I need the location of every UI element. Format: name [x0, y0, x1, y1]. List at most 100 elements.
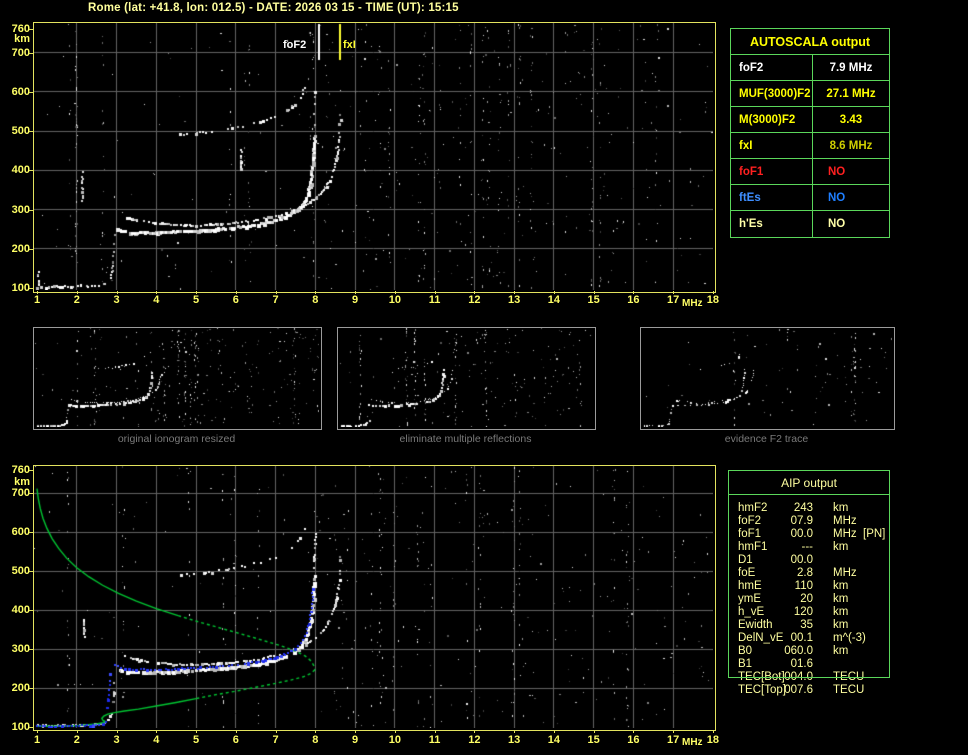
- thumbnail-caption: original ionogram resized: [117, 433, 236, 445]
- param-value: 20: [800, 593, 813, 605]
- x-tick-label: 14: [547, 294, 560, 306]
- x-tick-mark: [116, 730, 118, 733]
- param-value: 00.0: [790, 528, 813, 540]
- param-value: 110: [794, 580, 813, 592]
- table-row: Ewidth 35 km: [728, 619, 890, 632]
- y-tick-mark: [29, 209, 33, 211]
- param-unit: MHz: [833, 528, 857, 540]
- param-value: 007.6: [784, 684, 813, 696]
- x-tick-label: 15: [587, 734, 600, 746]
- autoscala-output-table: AUTOSCALA output foF2 7.9 MHz MUF(3000)F…: [730, 28, 890, 238]
- param-value: ---: [801, 541, 814, 553]
- param-label: ftEs: [731, 185, 813, 210]
- x-tick-mark: [474, 291, 476, 294]
- param-label: B0: [738, 645, 753, 657]
- y-tick-mark: [29, 649, 33, 651]
- param-unit: TECU: [833, 671, 865, 683]
- param-unit: MHz: [833, 567, 857, 579]
- x-tick-mark: [593, 730, 595, 733]
- thumbnail-original-ionogram: [33, 327, 322, 430]
- param-unit: m^(-3): [833, 632, 866, 644]
- top-ionogram-plot: [33, 22, 716, 293]
- y-tick-label: 500: [11, 565, 30, 578]
- x-tick-label: 16: [627, 734, 640, 746]
- x-tick-label: 12: [468, 294, 481, 306]
- param-label: foF2: [731, 55, 813, 80]
- y-tick-mark: [29, 493, 33, 495]
- x-tick-label: 11: [428, 734, 441, 746]
- x-tick-mark: [235, 291, 237, 294]
- param-label: Ewidth: [738, 619, 773, 631]
- y-tick-label: 700: [11, 46, 30, 59]
- table-row: hmF1 --- km: [728, 541, 890, 554]
- param-value: NO: [828, 165, 846, 178]
- bottom-ionogram-plot: [33, 465, 716, 731]
- x-tick-mark: [514, 730, 516, 733]
- x-tick-label: 17: [667, 734, 680, 746]
- param-unit: km: [833, 541, 849, 553]
- x-tick-mark: [196, 291, 198, 294]
- y-tick-label: 400: [11, 604, 30, 617]
- x-tick-mark: [673, 730, 675, 733]
- param-label: hmF1: [738, 541, 768, 553]
- x-tick-mark: [553, 730, 555, 733]
- x-tick-label: 8: [312, 734, 319, 746]
- y-axis-unit-label: km: [14, 476, 30, 488]
- y-tick-label: 100: [11, 721, 30, 733]
- x-tick-label: 12: [468, 734, 481, 746]
- y-tick-label: 100: [11, 282, 30, 294]
- table-row: foF2 7.9 MHz: [731, 55, 889, 81]
- param-note: [PN]: [863, 528, 886, 540]
- thumbnail-eliminate-canvas: [338, 328, 593, 427]
- x-tick-mark: [633, 730, 635, 733]
- y-tick-label: 200: [11, 682, 30, 695]
- table-row: M(3000)F2 3.43: [731, 107, 889, 133]
- y-tick-mark: [29, 532, 33, 534]
- x-tick-mark: [76, 730, 78, 733]
- table-row: D1 00.0: [728, 554, 890, 567]
- y-tick-mark: [29, 688, 33, 690]
- table-row: ymE 20 km: [728, 593, 890, 606]
- thumbnail-evidence-f2: [640, 327, 895, 430]
- param-unit: km: [833, 606, 849, 618]
- table-row: B0 060.0 km: [728, 645, 890, 658]
- y-tick-label: 300: [11, 643, 30, 656]
- y-tick-label: 600: [11, 526, 30, 539]
- x-tick-label: 10: [388, 734, 401, 746]
- x-tick-label: 2: [73, 294, 80, 306]
- x-tick-mark: [434, 291, 436, 294]
- x-tick-mark: [553, 291, 555, 294]
- x-axis-unit-label: MHz: [682, 737, 703, 748]
- x-tick-mark: [514, 291, 516, 294]
- param-value: 004.0: [784, 671, 813, 683]
- x-tick-label: 10: [388, 294, 401, 306]
- table-row: foE 2.8 MHz: [728, 567, 890, 580]
- table-row: fxI 8.6 MHz: [731, 133, 889, 159]
- table-row: TEC[Top] 007.6 TECU: [728, 684, 890, 697]
- x-tick-label: 4: [153, 734, 160, 746]
- table-row: ftEs NO: [731, 185, 889, 211]
- param-unit: km: [833, 619, 849, 631]
- y-tick-mark: [29, 727, 33, 728]
- y-tick-mark: [29, 52, 33, 54]
- param-label: fxI: [731, 133, 813, 158]
- x-tick-label: 9: [352, 734, 359, 746]
- page-title: Rome (lat: +41.8, lon: 012.5) - DATE: 20…: [88, 2, 459, 14]
- x-tick-label: 7: [272, 294, 279, 306]
- fxi-marker-label: fxI: [343, 39, 356, 51]
- param-unit: MHz: [833, 515, 857, 527]
- table-row: hmE 110 km: [728, 580, 890, 593]
- x-tick-label: 14: [547, 734, 560, 746]
- y-tick-mark: [29, 288, 33, 289]
- x-tick-mark: [156, 291, 158, 294]
- x-tick-label: 15: [587, 294, 600, 306]
- param-value: 00.1: [790, 632, 813, 644]
- y-tick-label: 760: [11, 23, 30, 36]
- x-tick-mark: [474, 730, 476, 733]
- x-tick-label: 7: [272, 734, 279, 746]
- x-tick-label: 16: [627, 294, 640, 306]
- thumbnail-evidence-canvas: [641, 328, 892, 427]
- x-tick-mark: [355, 730, 357, 733]
- x-tick-label: 18: [706, 734, 720, 746]
- table-row: h_vE 120 km: [728, 606, 890, 619]
